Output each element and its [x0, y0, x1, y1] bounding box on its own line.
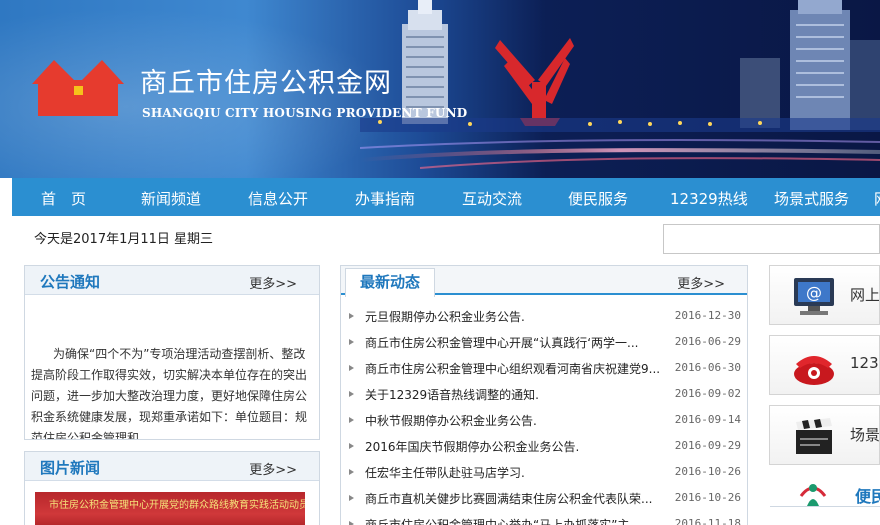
online-service-button[interactable]: @ 网上	[769, 265, 880, 325]
main-nav: 首 页 新闻频道 信息公开 办事指南 互动交流 便民服务 12329热线 场景式…	[12, 178, 880, 216]
news-date: 2016-09-02	[674, 387, 741, 400]
nav-home[interactable]: 首 页	[41, 188, 86, 209]
news-date: 2016-12-30	[674, 309, 741, 322]
site-subtitle: SHANGQIU CITY HOUSING PROVIDENT FUND	[142, 106, 468, 120]
bullet-icon	[349, 391, 354, 397]
news-title[interactable]: 商丘市直机关健步比赛圆满结束住房公积金代表队荣...	[365, 490, 665, 507]
latest-news-tabbar: 最新动态 更多>>	[341, 266, 747, 297]
notice-title: 公告通知	[40, 273, 101, 291]
news-date: 2016-10-26	[674, 465, 741, 478]
news-title[interactable]: 商丘市住房公积金管理中心组织观看河南省庆祝建党9...	[365, 360, 665, 377]
section-divider	[770, 506, 880, 507]
scenario-service-label: 场景	[850, 426, 880, 444]
nav-interaction[interactable]: 互动交流	[462, 188, 522, 209]
clapperboard-icon	[796, 418, 832, 454]
latest-news-panel: 最新动态 更多>> 元旦假期停办公积金业务公告. 2016-12-30 商丘市住房…	[340, 265, 748, 525]
date-line: 今天是2017年1月11日 星期三	[34, 232, 214, 247]
news-date: 2016-09-14	[674, 413, 741, 426]
email-monitor-icon: @	[794, 278, 834, 315]
latest-more-link[interactable]: 更多>>	[677, 273, 725, 292]
photo-news-header: 图片新闻 更多>>	[25, 452, 319, 481]
notice-body[interactable]: 为确保“四个不为”专项治理活动查摆剖析、整改提高阶段工作取得实效，切实解决本单位…	[31, 344, 315, 439]
news-item[interactable]: 商丘市住房公积金管理中心组织观看河南省庆祝建党9... 2016-06-30	[349, 356, 741, 382]
photo-news-image[interactable]: 市住房公积金管理中心开展党的群众路线教育实践活动动员大会	[35, 492, 305, 525]
news-date: 2016-09-29	[674, 439, 741, 452]
news-item[interactable]: 2016年国庆节假期停办公积金业务公告. 2016-09-29	[349, 434, 741, 460]
photo-news-panel: 图片新闻 更多>> 市住房公积金管理中心开展党的群众路线教育实践活动动员大会	[24, 451, 320, 525]
tab-latest-news[interactable]: 最新动态	[345, 268, 435, 297]
nav-info-disclosure[interactable]: 信息公开	[248, 188, 308, 209]
news-title[interactable]: 任宏华主任带队赴驻马店学习.	[365, 464, 665, 481]
news-item[interactable]: 关于12329语音热线调整的通知. 2016-09-02	[349, 382, 741, 408]
bullet-icon	[349, 339, 354, 345]
bullet-icon	[349, 469, 354, 475]
news-title[interactable]: 元旦假期停办公积金业务公告.	[365, 308, 665, 325]
news-item[interactable]: 中秋节假期停办公积金业务公告. 2016-09-14	[349, 408, 741, 434]
city-night-skyline-image	[360, 0, 880, 169]
nav-hotline[interactable]: 12329热线	[670, 188, 748, 209]
nav-convenience[interactable]: 便民服务	[568, 188, 628, 209]
notice-header: 公告通知 更多>>	[25, 266, 319, 295]
news-title[interactable]: 商丘市住房公积金管理中心开展“认真践行‘两学一...	[365, 334, 665, 351]
news-item[interactable]: 任宏华主任带队赴驻马店学习. 2016-10-26	[349, 460, 741, 486]
news-date: 2016-06-30	[674, 361, 741, 374]
bullet-icon	[349, 443, 354, 449]
house-logo-icon	[32, 60, 124, 116]
svg-text:@: @	[806, 283, 822, 302]
news-title[interactable]: 中秋节假期停办公积金业务公告.	[365, 412, 665, 429]
bullet-icon	[349, 417, 354, 423]
news-item[interactable]: 元旦假期停办公积金业务公告. 2016-12-30	[349, 304, 741, 330]
photo-news-title: 图片新闻	[40, 459, 101, 477]
news-item[interactable]: 商丘市住房公积金管理中心开展“认真践行‘两学一... 2016-06-29	[349, 330, 741, 356]
online-service-label: 网上	[850, 286, 880, 304]
nav-news[interactable]: 新闻频道	[141, 188, 201, 209]
nav-scenario-service[interactable]: 场景式服务	[774, 188, 849, 209]
news-date: 2016-06-29	[674, 335, 741, 348]
news-date: 2016-11-18	[674, 517, 741, 525]
search-input[interactable]	[663, 224, 880, 254]
convenience-section-title: 便民	[855, 487, 880, 506]
nav-service-guide[interactable]: 办事指南	[355, 188, 415, 209]
people-heart-icon	[799, 484, 827, 506]
news-item[interactable]: 商丘市直机关健步比赛圆满结束住房公积金代表队荣... 2016-10-26	[349, 486, 741, 512]
nav-more[interactable]: 网	[874, 188, 880, 209]
news-date: 2016-10-26	[674, 491, 741, 504]
header-banner: 商丘市住房公积金网 SHANGQIU CITY HOUSING PROVIDEN…	[0, 0, 880, 178]
notice-more-link[interactable]: 更多>>	[249, 273, 297, 292]
hotline-button[interactable]: 123	[769, 335, 880, 395]
news-item[interactable]: 商丘市住房公积金管理中心举办“马上办抓落实”主... 2016-11-18	[349, 512, 741, 525]
bullet-icon	[349, 365, 354, 371]
bullet-icon	[349, 313, 354, 319]
scenario-service-button[interactable]: 场景	[769, 405, 880, 465]
notice-panel: 公告通知 更多>> 为确保“四个不为”专项治理活动查摆剖析、整改提高阶段工作取得…	[24, 265, 320, 440]
news-title[interactable]: 2016年国庆节假期停办公积金业务公告.	[365, 438, 665, 455]
bullet-icon	[349, 521, 354, 525]
photo-news-more-link[interactable]: 更多>>	[249, 459, 297, 478]
bullet-icon	[349, 495, 354, 501]
news-title[interactable]: 商丘市住房公积金管理中心举办“马上办抓落实”主...	[365, 516, 665, 525]
latest-news-list: 元旦假期停办公积金业务公告. 2016-12-30 商丘市住房公积金管理中心开展“…	[349, 304, 741, 525]
news-title[interactable]: 关于12329语音热线调整的通知.	[365, 386, 665, 403]
telephone-icon	[794, 356, 834, 385]
site-title: 商丘市住房公积金网	[140, 68, 392, 99]
hotline-label: 123	[850, 354, 879, 372]
photo-caption: 市住房公积金管理中心开展党的群众路线教育实践活动动员大会	[49, 500, 305, 511]
